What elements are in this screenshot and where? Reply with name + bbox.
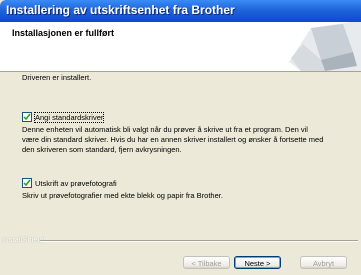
default-printer-checkbox[interactable]: Angi standardskriver: [22, 111, 105, 123]
window-title: Installering av utskriftsenhet fra Broth…: [6, 3, 235, 17]
checkmark-icon: [23, 113, 31, 121]
status-text: Driveren er installert.: [22, 73, 92, 82]
installshield-brand: InstallShield: [2, 235, 44, 244]
checkmark-icon: [23, 179, 31, 187]
sample-photo-description: Skriv ut prøvefotografier med ekte blekk…: [22, 191, 223, 200]
back-button[interactable]: < Tilbake: [183, 256, 230, 269]
sample-photo-checkbox[interactable]: Utskrift av prøvefotografi: [22, 178, 117, 188]
installer-window: Installering av utskriftsenhet fra Broth…: [0, 0, 361, 275]
default-printer-description-3: den skriveren som standard, fjern avkrys…: [22, 145, 182, 154]
title-bar[interactable]: Installering av utskriftsenhet fra Broth…: [0, 0, 361, 22]
default-printer-checkbox-box[interactable]: [22, 112, 32, 122]
default-printer-description-1: Denne enheten vil automatisk bli valgt n…: [22, 125, 308, 134]
header-panel: Installasjonen er fullført: [0, 22, 361, 72]
default-printer-label[interactable]: Angi standardskriver: [33, 111, 105, 123]
next-button[interactable]: Neste >: [234, 256, 281, 269]
header-title: Installasjonen er fullført: [12, 28, 115, 38]
cancel-button[interactable]: Avbryt: [300, 256, 347, 269]
footer-divider: [40, 240, 358, 242]
sample-photo-label[interactable]: Utskrift av prøvefotografi: [35, 179, 117, 188]
default-printer-description-2: være din standard skriver. Hvis du har e…: [22, 135, 324, 144]
sample-photo-checkbox-box[interactable]: [22, 178, 32, 188]
printer-graphic-icon: [289, 22, 361, 71]
